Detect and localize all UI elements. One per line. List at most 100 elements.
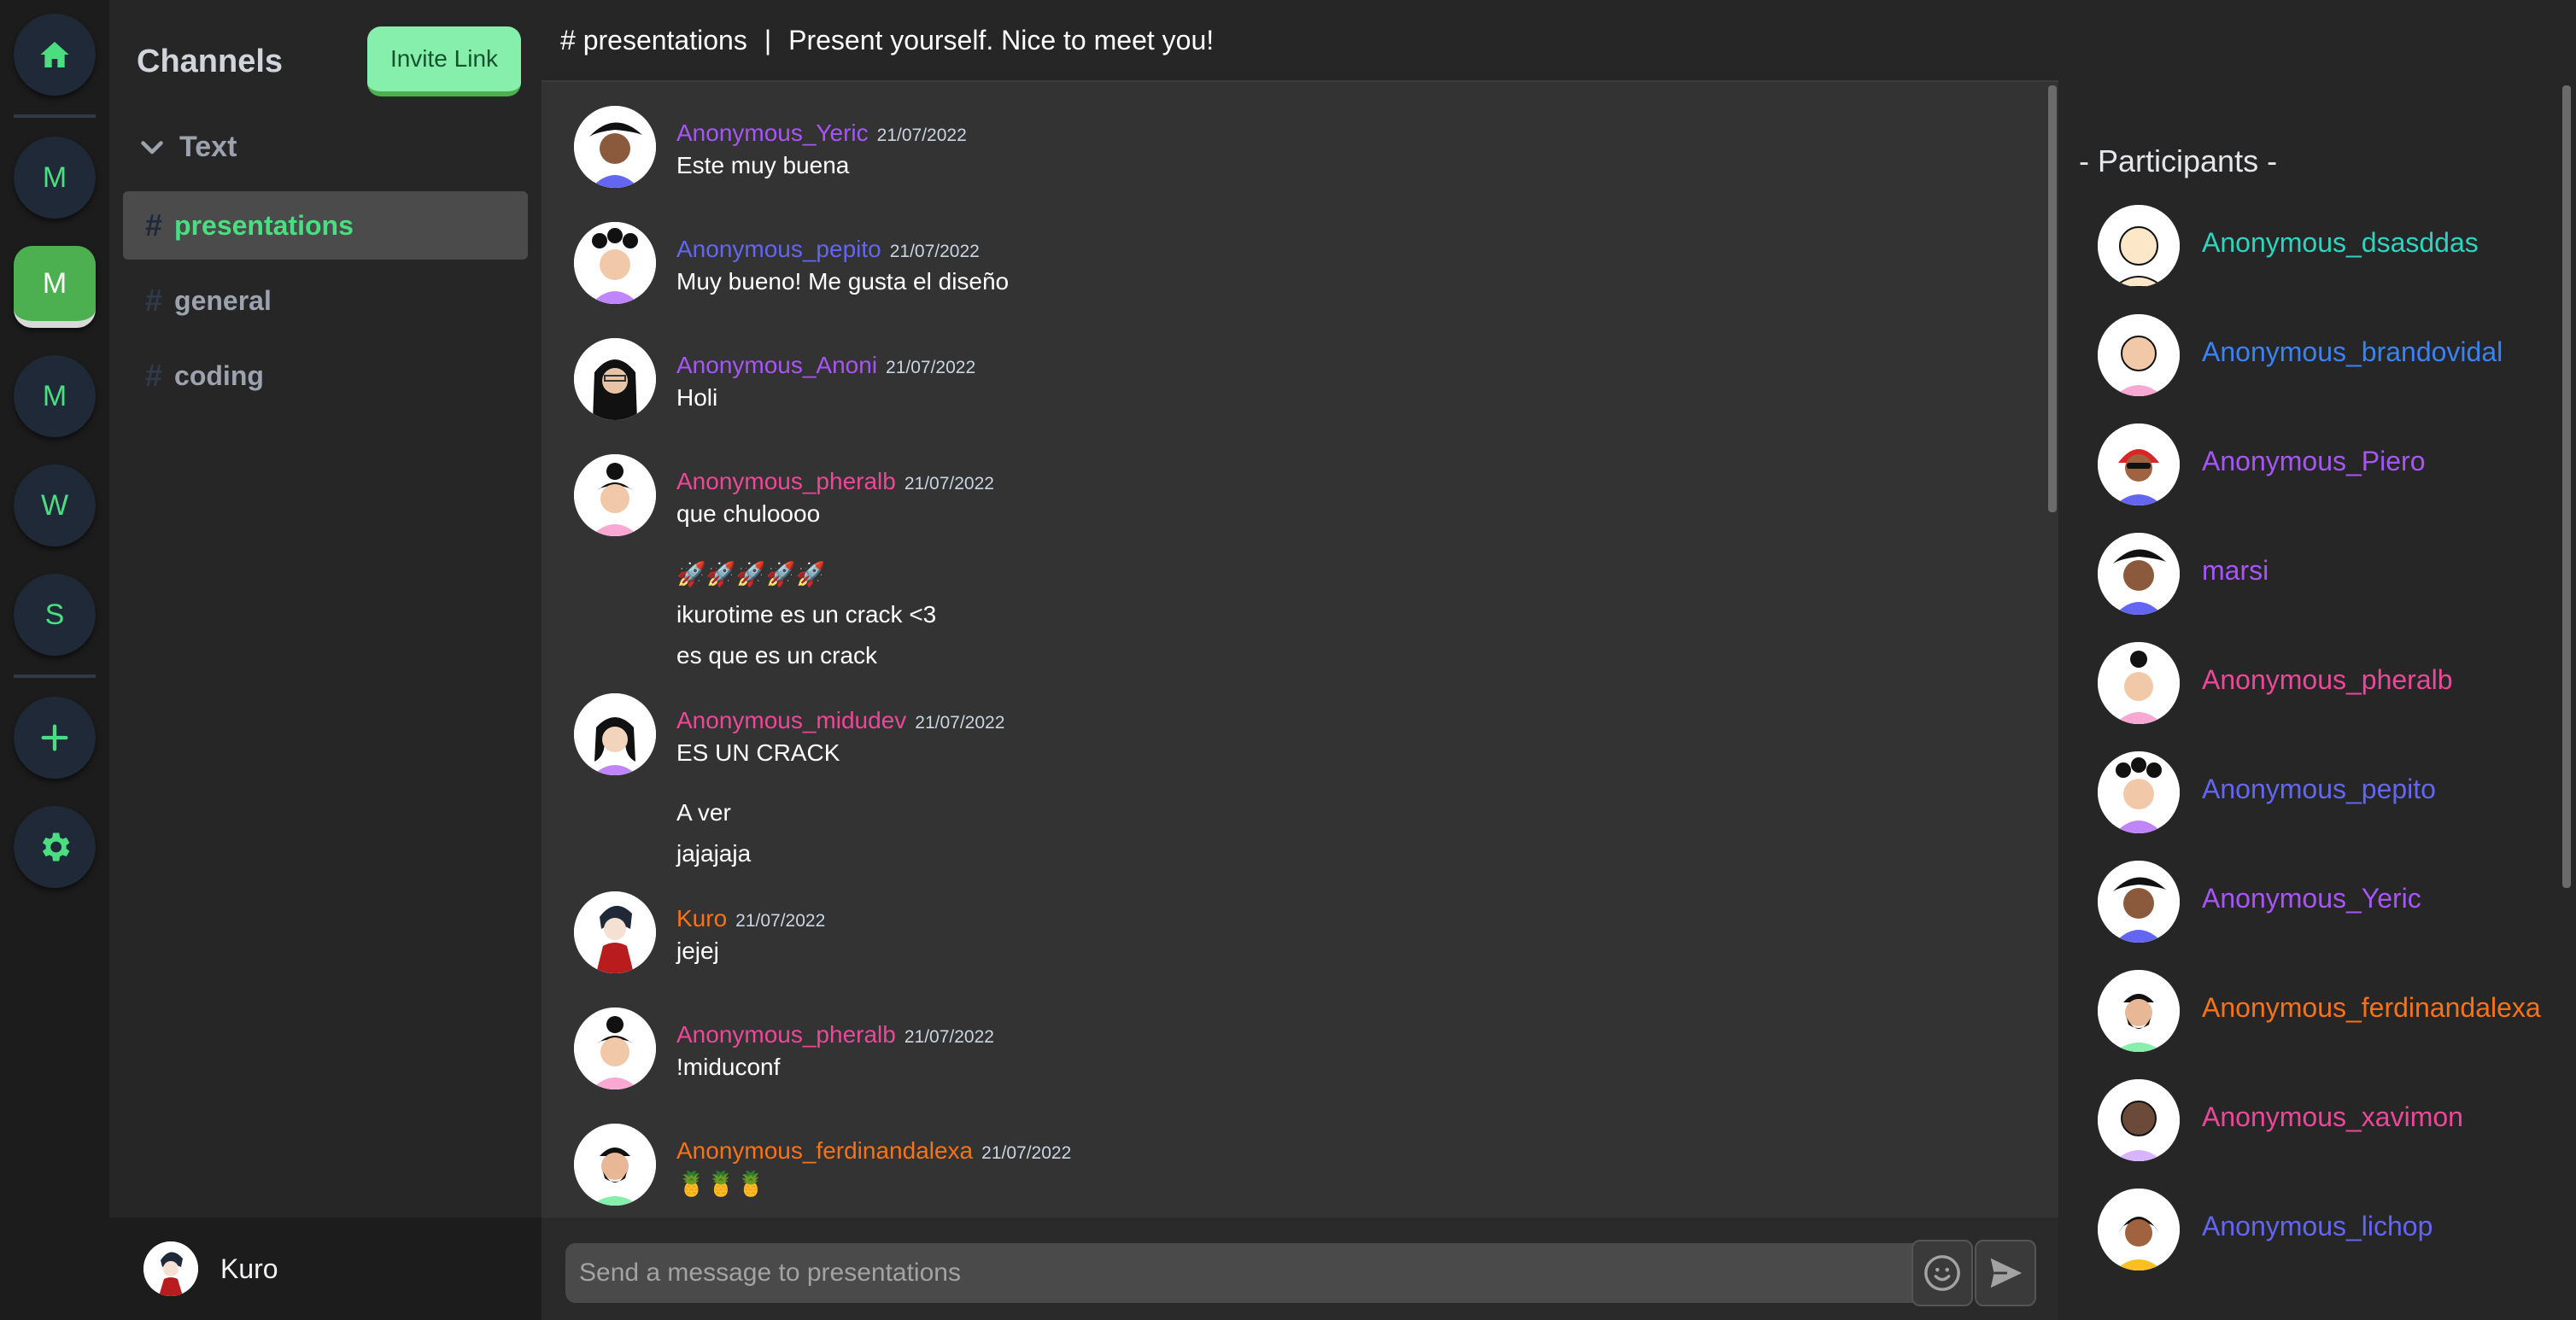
avatar bbox=[2098, 533, 2180, 615]
message-item: Anonymous_ferdinandalexa 21/07/2022 🍍🍍🍍 bbox=[574, 1124, 1071, 1206]
message-continuation: ikurotime es un crack <3 bbox=[676, 601, 937, 628]
channel-item-presentations[interactable]: # presentations bbox=[123, 191, 528, 260]
avatar[interactable] bbox=[574, 106, 656, 188]
participant-name: Anonymous_brandovidal bbox=[2202, 336, 2503, 367]
participant-name: Anonymous_dsasddas bbox=[2202, 227, 2479, 258]
message-continuation: 🚀🚀🚀🚀🚀 bbox=[676, 561, 826, 587]
message-author[interactable]: Anonymous_midudev bbox=[676, 707, 906, 734]
avatar[interactable] bbox=[574, 1008, 656, 1089]
home-button[interactable] bbox=[14, 14, 96, 96]
hash-icon: # bbox=[145, 207, 163, 242]
participant-item[interactable]: Anonymous_Piero bbox=[2098, 423, 2541, 533]
message-date: 21/07/2022 bbox=[915, 713, 1005, 733]
hash-icon: # bbox=[145, 358, 163, 393]
smile-icon bbox=[1924, 1255, 1960, 1291]
rail-divider bbox=[14, 114, 96, 118]
message-date: 21/07/2022 bbox=[981, 1143, 1072, 1163]
message-text: Holi bbox=[676, 384, 718, 411]
channel-list: # presentations # general # coding bbox=[123, 191, 528, 417]
avatar[interactable] bbox=[574, 891, 656, 973]
server-button-s[interactable]: S bbox=[14, 574, 96, 656]
channel-label: presentations bbox=[174, 209, 354, 241]
avatar[interactable] bbox=[574, 1124, 656, 1206]
current-user-name: Kuro bbox=[220, 1253, 278, 1284]
message-date: 21/07/2022 bbox=[889, 242, 980, 261]
settings-button[interactable] bbox=[14, 806, 96, 888]
participant-item[interactable]: Anonymous_xavimon bbox=[2098, 1079, 2541, 1189]
category-text-toggle[interactable]: Text bbox=[137, 126, 237, 167]
message-date: 21/07/2022 bbox=[735, 911, 826, 931]
current-user-bar: Kuro bbox=[109, 1218, 542, 1320]
avatar[interactable] bbox=[143, 1241, 198, 1296]
message-continuation: es que es un crack bbox=[676, 642, 878, 669]
channel-label: coding bbox=[174, 359, 264, 391]
message-item: Anonymous_Yeric 21/07/2022 Este muy buen… bbox=[574, 106, 967, 188]
message-author[interactable]: Anonymous_Yeric bbox=[676, 120, 869, 147]
message-date: 21/07/2022 bbox=[876, 126, 967, 145]
participant-item[interactable]: Anonymous_pepito bbox=[2098, 751, 2541, 861]
sidebar-header: Channels Invite Link bbox=[137, 24, 521, 99]
participant-name: marsi bbox=[2202, 555, 2269, 586]
message-text: Este muy buena bbox=[676, 152, 850, 178]
avatar bbox=[2098, 861, 2180, 943]
message-item: Anonymous_midudev 21/07/2022 ES UN CRACK bbox=[574, 693, 1004, 775]
message-text: que chuloooo bbox=[676, 500, 821, 527]
chat-panel: # presentations | Present yourself. Nice… bbox=[542, 0, 2058, 1320]
server-initial: M bbox=[42, 161, 67, 194]
participant-item[interactable]: Anonymous_pheralb bbox=[2098, 642, 2541, 751]
server-initial: W bbox=[40, 488, 69, 522]
message-author[interactable]: Anonymous_pheralb bbox=[676, 468, 896, 495]
avatar bbox=[2098, 1189, 2180, 1270]
participant-name: Anonymous_lichop bbox=[2202, 1211, 2433, 1241]
participant-item[interactable]: marsi bbox=[2098, 533, 2541, 642]
avatar[interactable] bbox=[574, 338, 656, 420]
participant-item[interactable]: Anonymous_lichop bbox=[2098, 1189, 2541, 1298]
participant-item[interactable]: Anonymous_brandovidal bbox=[2098, 314, 2541, 423]
channel-item-coding[interactable]: # coding bbox=[123, 342, 528, 410]
server-button-m2[interactable]: M bbox=[14, 246, 96, 328]
avatar[interactable] bbox=[574, 222, 656, 304]
participant-item[interactable]: Anonymous_Yeric bbox=[2098, 861, 2541, 970]
invite-link-button[interactable]: Invite Link bbox=[367, 26, 521, 96]
chat-header: # presentations | Present yourself. Nice… bbox=[542, 0, 2058, 82]
message-item: Kuro 21/07/2022 jejej bbox=[574, 891, 825, 973]
send-button[interactable] bbox=[1975, 1240, 2036, 1306]
avatar bbox=[2098, 423, 2180, 505]
avatar bbox=[2098, 642, 2180, 724]
message-input[interactable] bbox=[565, 1243, 1934, 1303]
send-icon bbox=[1990, 1258, 2023, 1288]
message-author[interactable]: Kuro bbox=[676, 905, 727, 932]
server-button-m1[interactable]: M bbox=[14, 137, 96, 219]
server-button-m3[interactable]: M bbox=[14, 355, 96, 437]
message-text: Muy bueno! Me gusta el diseño bbox=[676, 268, 1010, 295]
participant-name: Anonymous_xavimon bbox=[2202, 1101, 2463, 1132]
message-author[interactable]: Anonymous_ferdinandalexa bbox=[676, 1137, 973, 1165]
server-button-w[interactable]: W bbox=[14, 464, 96, 546]
message-item: Anonymous_Anoni 21/07/2022 Holi bbox=[574, 338, 975, 420]
participants-scrollbar[interactable] bbox=[2562, 85, 2571, 888]
participants-panel: - Participants - Anonymous_dsasddas Anon… bbox=[2058, 0, 2576, 1320]
message-list[interactable]: Anonymous_Yeric 21/07/2022 Este muy buen… bbox=[542, 85, 2058, 1218]
message-author[interactable]: Anonymous_Anoni bbox=[676, 352, 877, 379]
participant-item[interactable]: Anonymous_dsasddas bbox=[2098, 205, 2541, 314]
message-continuation: jajajaja bbox=[676, 840, 752, 867]
message-text: jejej bbox=[676, 937, 719, 964]
participants-title: - Participants - bbox=[2079, 143, 2278, 178]
avatar[interactable] bbox=[574, 454, 656, 536]
message-author[interactable]: Anonymous_pepito bbox=[676, 236, 881, 263]
add-server-button[interactable] bbox=[14, 697, 96, 779]
channel-item-general[interactable]: # general bbox=[123, 266, 528, 335]
message-continuation: A ver bbox=[676, 799, 731, 826]
avatar bbox=[2098, 970, 2180, 1052]
participant-item[interactable]: Anonymous_ferdinandalexa bbox=[2098, 970, 2541, 1079]
chat-scrollbar[interactable] bbox=[2048, 85, 2057, 512]
channels-sidebar: Channels Invite Link Text # presentation… bbox=[109, 0, 542, 1320]
avatar bbox=[2098, 314, 2180, 396]
avatar[interactable] bbox=[574, 693, 656, 775]
message-item: Anonymous_pepito 21/07/2022 Muy bueno! M… bbox=[574, 222, 1009, 304]
message-author[interactable]: Anonymous_pheralb bbox=[676, 1021, 896, 1048]
participant-name: Anonymous_Yeric bbox=[2202, 883, 2421, 914]
emoji-button[interactable] bbox=[1912, 1240, 1973, 1306]
avatar bbox=[2098, 205, 2180, 287]
participant-name: Anonymous_pheralb bbox=[2202, 664, 2453, 695]
